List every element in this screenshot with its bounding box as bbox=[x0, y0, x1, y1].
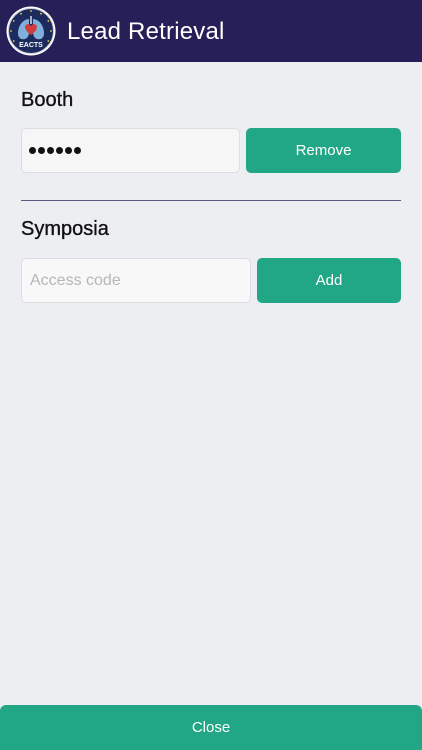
access-code-field[interactable] bbox=[21, 258, 251, 303]
password-dot bbox=[56, 147, 63, 154]
password-dots bbox=[29, 129, 81, 172]
close-button[interactable]: Close bbox=[0, 705, 422, 750]
section-divider bbox=[21, 200, 401, 201]
password-dot bbox=[38, 147, 45, 154]
add-button[interactable]: Add bbox=[257, 258, 401, 303]
password-dot bbox=[74, 147, 81, 154]
password-dot bbox=[47, 147, 54, 154]
booth-section-title: Booth bbox=[21, 89, 74, 111]
app-screen: EACTS Lead Retrieval Booth Remove Sympos… bbox=[0, 0, 422, 750]
symposia-section-title: Symposia bbox=[21, 218, 109, 240]
password-dot bbox=[29, 147, 36, 154]
password-dot bbox=[65, 147, 72, 154]
app-header: EACTS Lead Retrieval bbox=[0, 0, 422, 62]
booth-password-field[interactable] bbox=[21, 128, 240, 173]
eacts-logo: EACTS bbox=[6, 6, 56, 56]
remove-button[interactable]: Remove bbox=[246, 128, 401, 173]
access-code-input[interactable] bbox=[22, 259, 250, 302]
logo-text: EACTS bbox=[19, 42, 43, 49]
page-title: Lead Retrieval bbox=[67, 18, 225, 45]
